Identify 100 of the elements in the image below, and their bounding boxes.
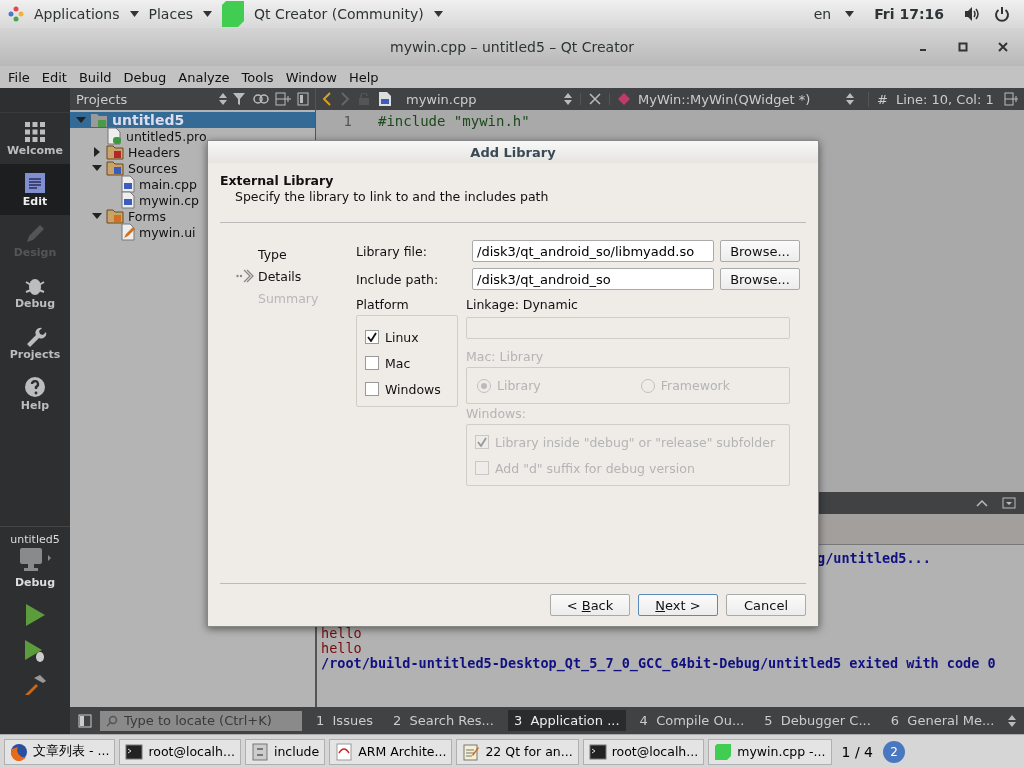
group-label: Linkage: Dynamic xyxy=(466,296,579,314)
expand-arrow-icon[interactable] xyxy=(92,211,102,221)
split-icon[interactable] xyxy=(1004,92,1018,106)
field-label: Include path: xyxy=(356,271,440,287)
terminal-icon xyxy=(588,742,607,761)
locator-field[interactable]: Type to locate (Ctrl+K) xyxy=(100,710,302,731)
checkbox[interactable] xyxy=(365,382,379,396)
tree-item[interactable]: Forms xyxy=(70,208,170,224)
symbol-selector[interactable]: MyWin::MyWin(QWidget *) xyxy=(638,91,838,107)
app-menu[interactable]: Qt Creator (Community) xyxy=(254,6,424,22)
dialog-button[interactable]: Next > xyxy=(638,594,718,616)
hide-panel-icon[interactable] xyxy=(1002,497,1016,509)
maximize-icon[interactable] xyxy=(958,42,968,52)
dialog-button[interactable]: < Back xyxy=(550,594,630,616)
mode-button[interactable]: Debug xyxy=(0,266,70,317)
back-icon[interactable] xyxy=(322,92,332,106)
function-icon xyxy=(609,93,630,105)
input-field[interactable]: /disk3/qt_android_so/libmyadd.so xyxy=(472,240,714,262)
workspace-pager[interactable]: 1 / 4 xyxy=(835,743,879,760)
tree-item[interactable]: Sources xyxy=(70,160,182,176)
open-documents-selector[interactable]: mywin.cpp xyxy=(400,91,556,107)
link-icon[interactable] xyxy=(253,94,269,104)
tree-item[interactable]: untitled5 xyxy=(70,112,315,128)
checkbox[interactable] xyxy=(475,461,489,475)
caret-icon xyxy=(203,11,213,17)
qt-logo-icon xyxy=(714,742,733,761)
output-tab[interactable]: 6 General Me... xyxy=(884,710,1001,731)
checkbox[interactable] xyxy=(365,356,379,370)
taskbar-item[interactable]: mywin.cpp -... xyxy=(708,738,832,765)
close-sidebar-icon[interactable] xyxy=(297,92,309,106)
debug-run-icon[interactable] xyxy=(23,639,47,663)
mode-button[interactable]: Projects xyxy=(0,317,70,368)
menu-item[interactable]: Help xyxy=(348,69,379,85)
tree-item[interactable]: untitled5.pro xyxy=(70,128,211,144)
sort-arrows-icon[interactable] xyxy=(1008,714,1017,727)
taskbar-item[interactable]: root@localh... xyxy=(119,738,241,765)
browse-button[interactable]: Browse... xyxy=(720,268,800,290)
clock[interactable]: Fri 17:16 xyxy=(874,6,944,22)
sidebar-toggle-icon[interactable] xyxy=(78,713,92,728)
cursor-position[interactable]: Line: 10, Col: 1 xyxy=(895,91,996,107)
filter-icon[interactable] xyxy=(233,92,247,106)
notification-badge[interactable]: 2 xyxy=(882,740,905,763)
menu-item[interactable]: Tools xyxy=(241,69,274,85)
group-label: Windows: xyxy=(466,405,527,423)
tree-item[interactable]: mywin.ui xyxy=(70,224,197,240)
menu-item[interactable]: Analyze xyxy=(178,69,230,85)
output-tab[interactable]: 3 Application ... xyxy=(507,710,626,731)
close-icon[interactable] xyxy=(998,42,1008,52)
taskbar-item[interactable]: ARM Archite... xyxy=(329,738,453,765)
checkbox-label[interactable]: Mac xyxy=(385,355,411,371)
close-document-icon[interactable] xyxy=(580,93,601,105)
notepad-icon xyxy=(462,742,481,761)
input-field[interactable]: /disk3/qt_android_so xyxy=(472,268,714,290)
view-selector[interactable]: Projects xyxy=(76,91,213,107)
wizard-step: Type xyxy=(258,246,287,262)
mode-button[interactable]: Welcome xyxy=(0,113,70,164)
output-tab[interactable]: 4 Compile Ou... xyxy=(633,710,751,731)
apps-icon xyxy=(8,6,24,22)
checkbox[interactable] xyxy=(475,435,489,449)
checkbox-label[interactable]: Windows xyxy=(385,381,441,397)
power-icon[interactable] xyxy=(994,6,1010,22)
output-tab[interactable]: 1 Issues xyxy=(310,710,379,731)
split-icon[interactable] xyxy=(275,92,291,106)
taskbar-item[interactable]: 22 Qt for an... xyxy=(456,738,579,765)
mode-button[interactable]: Help xyxy=(0,368,70,419)
checkbox[interactable] xyxy=(365,330,379,344)
output-tab[interactable]: 5 Debugger C... xyxy=(758,710,877,731)
menu-item[interactable]: Window xyxy=(285,69,337,85)
browse-button[interactable]: Browse... xyxy=(720,240,800,262)
tree-item[interactable]: Headers xyxy=(70,144,185,160)
places-menu[interactable]: Places xyxy=(148,6,194,22)
menu-item[interactable]: File xyxy=(8,69,30,85)
taskbar-item[interactable]: include xyxy=(244,738,326,765)
caret-icon xyxy=(129,11,139,17)
volume-icon[interactable] xyxy=(964,6,980,22)
menu-item[interactable]: Edit xyxy=(41,69,67,85)
code-line: #include "mywin.h" xyxy=(378,113,530,129)
maximize-panel-icon[interactable] xyxy=(976,499,988,507)
dialog-button[interactable]: Cancel xyxy=(726,594,806,616)
project-file-icon xyxy=(106,127,122,145)
hammer-icon[interactable] xyxy=(23,675,47,695)
taskbar-item[interactable]: root@localh... xyxy=(582,738,705,765)
form-file-icon xyxy=(120,223,136,241)
sort-arrows-icon xyxy=(846,93,854,105)
tree-item[interactable]: mywin.cp xyxy=(70,192,200,208)
output-tab[interactable]: 2 Search Res... xyxy=(386,710,500,731)
help-icon xyxy=(23,375,47,399)
taskbar-item[interactable]: 文章列表 - ... xyxy=(4,738,116,765)
tree-item[interactable]: main.cpp xyxy=(70,176,198,192)
keyboard-layout-menu[interactable]: en xyxy=(813,6,832,22)
output-line: /root/build-untitled5-Desktop_Qt_5_7_0_GCC_64bit-Debug/untitled5 exited with code 0 xyxy=(321,655,996,671)
window-title: mywin.cpp – untitled5 – Qt Creator xyxy=(390,39,634,55)
applications-menu[interactable]: Applications xyxy=(34,6,120,22)
terminal-icon xyxy=(125,742,144,761)
checkbox-label[interactable]: Linux xyxy=(385,329,419,345)
encoding-button[interactable]: # xyxy=(868,91,888,107)
menu-item[interactable]: Debug xyxy=(123,69,167,85)
menu-item[interactable]: Build xyxy=(78,69,112,85)
run-icon[interactable] xyxy=(24,603,46,627)
mode-button[interactable]: Edit xyxy=(0,164,70,215)
